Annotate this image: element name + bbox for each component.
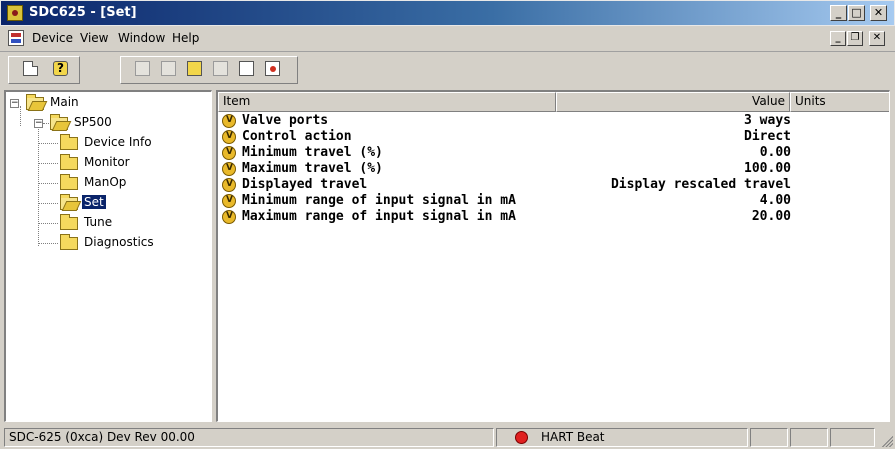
parameter-row[interactable]: Control action Direct xyxy=(218,129,818,145)
device-status: SDC-625 (0xca) Dev Rev 00.00 xyxy=(4,428,494,447)
tree-line xyxy=(38,143,58,144)
menu-view[interactable]: View xyxy=(80,31,108,45)
parameter-row[interactable]: Minimum range of input signal in mA 4.00 xyxy=(218,193,818,209)
hart-beat-icon xyxy=(515,431,528,444)
hart-status: HART Beat xyxy=(496,428,748,447)
collapse-main-icon[interactable]: − xyxy=(10,99,19,108)
column-header-units[interactable]: Units xyxy=(790,92,889,112)
device-compare-icon[interactable] xyxy=(184,59,206,79)
parameter-value: 20.00 xyxy=(751,209,791,224)
tree-item-label: SP500 xyxy=(74,115,112,129)
parameter-row[interactable]: Maximum range of input signal in mA 20.0… xyxy=(218,209,818,225)
variable-icon xyxy=(222,114,236,128)
title-bar: SDC625 - [Set] _ □ ✕ xyxy=(0,0,895,26)
parameter-name: Minimum range of input signal in mA xyxy=(242,193,516,208)
parameter-row[interactable]: Valve ports 3 ways xyxy=(218,113,818,129)
close-button[interactable]: ✕ xyxy=(870,5,887,21)
menu-bar: Device View Window Help _ ❐ ✕ xyxy=(0,26,895,52)
folder-open-icon xyxy=(50,114,68,130)
folder-icon xyxy=(60,174,78,190)
tree-line xyxy=(38,223,58,224)
variable-icon xyxy=(222,178,236,192)
status-bar: SDC-625 (0xca) Dev Rev 00.00 HART Beat xyxy=(0,425,895,449)
parameter-name: Maximum range of input signal in mA xyxy=(242,209,516,224)
help-icon[interactable] xyxy=(50,59,72,79)
new-document-icon[interactable] xyxy=(20,59,42,79)
child-close-button[interactable]: ✕ xyxy=(869,31,885,46)
document-icon[interactable] xyxy=(8,30,24,46)
menu-tree[interactable]: − Main − SP500 Device Info Monitor ManOp… xyxy=(4,90,212,422)
tree-line xyxy=(38,163,58,164)
status-panel-empty xyxy=(790,428,828,447)
hart-status-label: HART Beat xyxy=(541,430,605,444)
column-header-value[interactable]: Value xyxy=(556,92,790,112)
child-minimize-button[interactable]: _ xyxy=(830,31,846,46)
tree-line xyxy=(38,126,39,246)
variable-icon xyxy=(222,146,236,160)
variable-icon xyxy=(222,210,236,224)
tree-line xyxy=(38,243,58,244)
device-load-icon[interactable] xyxy=(262,59,284,79)
tree-item-label: Diagnostics xyxy=(84,235,154,249)
collapse-sp500-icon[interactable]: − xyxy=(34,119,43,128)
window-title: SDC625 - [Set] xyxy=(29,5,137,20)
folder-open-icon xyxy=(26,94,44,110)
folder-icon xyxy=(60,134,78,150)
parameter-row[interactable]: Maximum travel (%) 100.00 xyxy=(218,161,818,177)
tree-item-label: ManOp xyxy=(84,175,127,189)
minimize-button[interactable]: _ xyxy=(830,5,847,21)
device-write-icon[interactable] xyxy=(158,59,180,79)
tree-item-label: Monitor xyxy=(84,155,130,169)
parameter-value: 3 ways xyxy=(744,113,791,128)
parameter-value: Display rescaled travel xyxy=(610,177,791,192)
tree-line xyxy=(43,123,49,124)
parameter-name: Maximum travel (%) xyxy=(242,161,383,176)
variable-icon xyxy=(222,130,236,144)
menu-help[interactable]: Help xyxy=(172,31,199,45)
column-header-item[interactable]: Item xyxy=(218,92,556,112)
tree-line xyxy=(38,203,58,204)
folder-icon xyxy=(60,214,78,230)
tree-item-label: Set xyxy=(82,195,106,209)
app-icon[interactable] xyxy=(7,5,23,21)
parameter-name: Displayed travel xyxy=(242,177,368,192)
menu-device[interactable]: Device xyxy=(32,31,73,45)
device-read-icon[interactable] xyxy=(132,59,154,79)
tree-item-label: Main xyxy=(50,95,79,109)
folder-open-icon xyxy=(60,194,78,210)
parameter-list[interactable]: Item Value Units Valve ports 3 ways Cont… xyxy=(216,90,890,422)
device-save-icon[interactable] xyxy=(236,59,258,79)
tree-line xyxy=(38,183,58,184)
parameter-value: Direct xyxy=(744,129,791,144)
parameter-value: 100.00 xyxy=(744,161,791,176)
parameter-row[interactable]: Minimum travel (%) 0.00 xyxy=(218,145,818,161)
parameter-value: 4.00 xyxy=(759,193,791,208)
variable-icon xyxy=(222,162,236,176)
parameter-row[interactable]: Displayed travel Display rescaled travel xyxy=(218,177,818,193)
resize-grip-icon[interactable] xyxy=(879,433,893,447)
toolbar xyxy=(0,52,895,88)
status-panel-empty xyxy=(750,428,788,447)
tree-line xyxy=(20,106,21,126)
maximize-button[interactable]: □ xyxy=(848,5,865,21)
parameter-name: Valve ports xyxy=(242,113,329,128)
parameter-value: 0.00 xyxy=(759,145,791,160)
folder-icon xyxy=(60,154,78,170)
parameter-name: Control action xyxy=(242,129,352,144)
child-restore-button[interactable]: ❐ xyxy=(847,31,863,46)
variable-icon xyxy=(222,194,236,208)
menu-window[interactable]: Window xyxy=(118,31,165,45)
tree-item-label: Device Info xyxy=(84,135,152,149)
folder-icon xyxy=(60,234,78,250)
tree-item-label: Tune xyxy=(84,215,113,229)
device-print-icon[interactable] xyxy=(210,59,232,79)
parameter-name: Minimum travel (%) xyxy=(242,145,383,160)
status-panel-empty xyxy=(830,428,875,447)
